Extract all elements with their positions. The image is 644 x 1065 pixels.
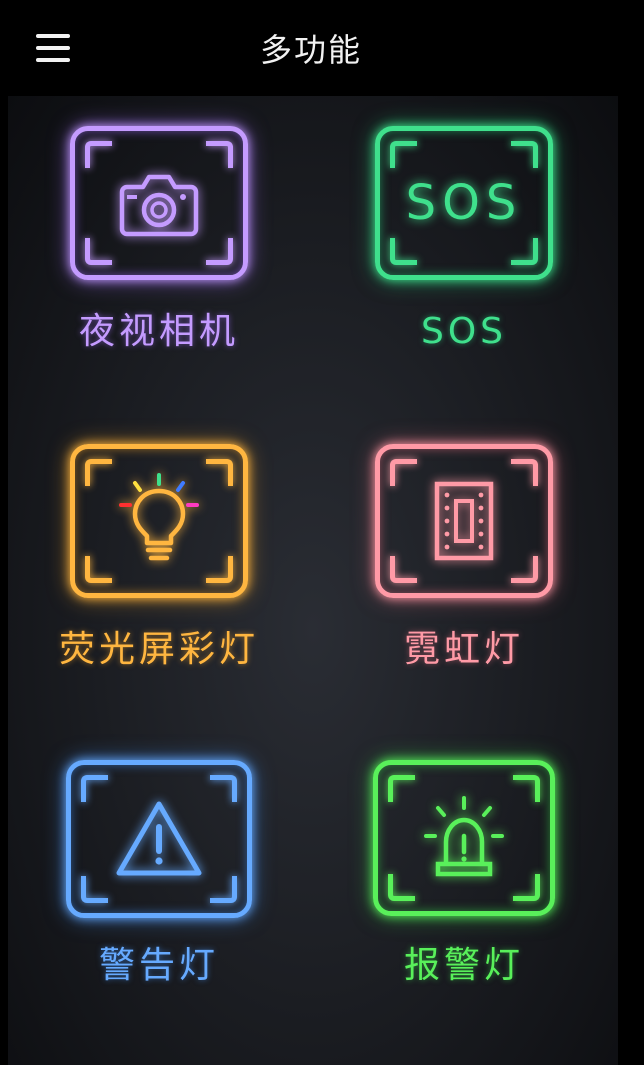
sos-icon: SOS (405, 175, 523, 231)
lightbulb-icon (119, 473, 199, 561)
feature-label: SOS (420, 311, 508, 352)
feature-neon-light[interactable]: 霓虹灯 (313, 414, 603, 704)
feature-label: 警告灯 (98, 945, 219, 986)
feature-warning-light[interactable]: 警告灯 (8, 730, 298, 1020)
feature-night-camera[interactable]: 夜视相机 (8, 96, 298, 386)
feature-frame (70, 444, 248, 598)
feature-frame (375, 444, 553, 598)
feature-grid: 夜视相机 SOS SOS 荧光屏彩灯 霓虹灯 警告灯 报警灯 (8, 96, 618, 1065)
siren-alarm-icon (424, 796, 504, 877)
feature-label: 夜视相机 (78, 311, 239, 352)
camera-icon (119, 174, 199, 237)
feature-sos[interactable]: SOS SOS (313, 96, 603, 386)
feature-screen-color-light[interactable]: 荧光屏彩灯 (8, 414, 298, 704)
feature-frame (70, 126, 248, 280)
feature-frame: SOS (375, 126, 553, 280)
feature-alarm-light[interactable]: 报警灯 (313, 730, 603, 1020)
feature-frame (66, 760, 252, 918)
feature-label: 报警灯 (403, 945, 524, 986)
app-screen: 多功能 夜视相机 SOS SOS 荧光屏彩灯 霓虹灯 警告灯 报警灯 (0, 0, 644, 1065)
feature-frame (373, 760, 555, 916)
neon-panel-icon (434, 481, 494, 561)
feature-label: 荧光屏彩灯 (58, 629, 259, 670)
page-title: 多功能 (259, 31, 362, 69)
top-bar: 多功能 (0, 0, 644, 96)
warning-triangle-icon (116, 801, 202, 876)
feature-label: 霓虹灯 (403, 629, 524, 670)
